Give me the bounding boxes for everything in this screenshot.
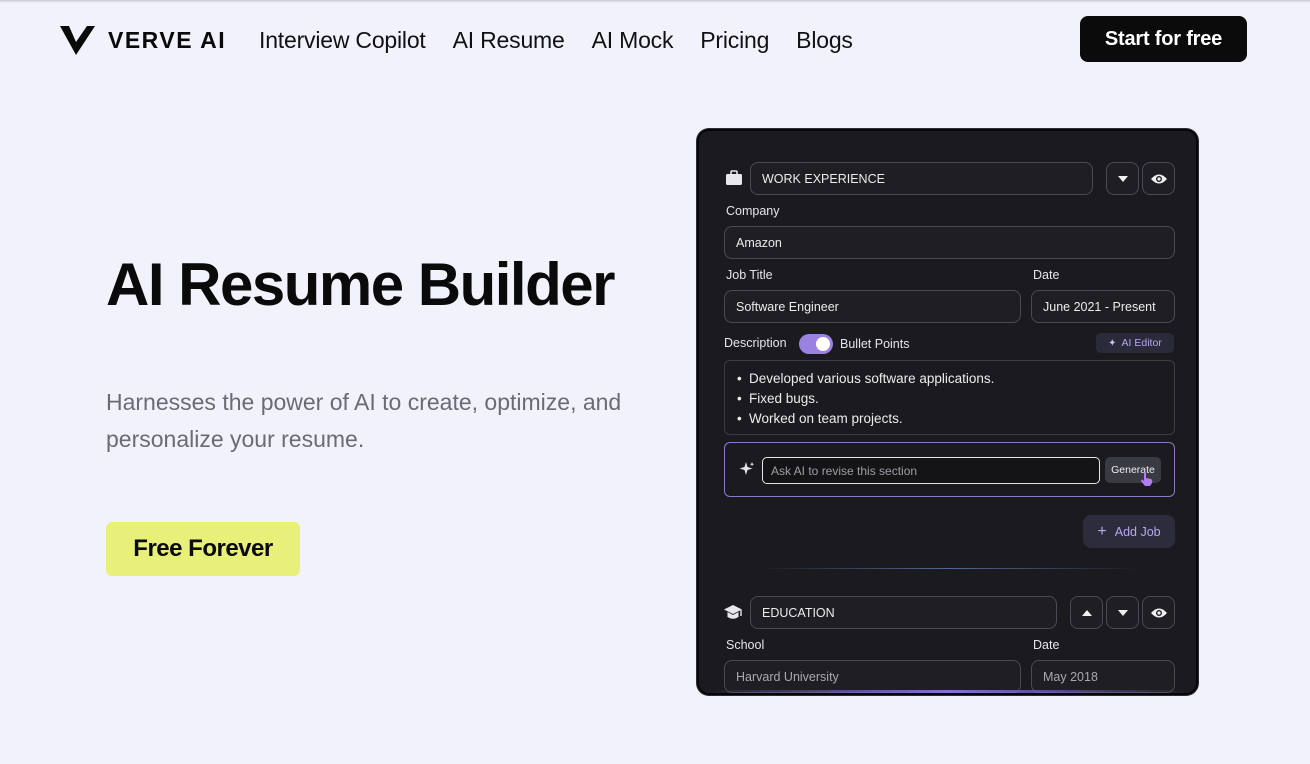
nav-links: Interview Copilot AI Resume AI Mock Pric… (259, 24, 853, 56)
school-label: School (726, 638, 765, 652)
education-date-label: Date (1033, 638, 1060, 652)
eye-icon (1150, 608, 1167, 617)
move-education-up-button[interactable] (1070, 596, 1103, 629)
graduation-cap-icon (723, 604, 743, 627)
job-title-input[interactable]: Software Engineer (724, 290, 1021, 323)
nav-link-pricing[interactable]: Pricing (700, 24, 769, 56)
add-job-label: Add Job (1114, 524, 1161, 539)
plus-icon: + (1097, 522, 1107, 540)
toggle-work-visibility-button[interactable] (1142, 162, 1175, 195)
briefcase-icon (725, 170, 743, 191)
work-section-title-field[interactable]: WORK EXPERIENCE (750, 162, 1093, 195)
sparkles-icon (739, 461, 755, 482)
list-item: • Fixed bugs. (737, 391, 819, 406)
eye-icon (1150, 174, 1167, 183)
work-date-input[interactable]: June 2021 - Present (1031, 290, 1175, 323)
add-job-button[interactable]: + Add Job (1083, 515, 1175, 548)
hero-subtitle: Harnesses the power of AI to create, opt… (106, 389, 622, 452)
education-date-input[interactable]: May 2018 (1031, 660, 1175, 693)
brand-logo[interactable]: VERVE AI (60, 24, 226, 56)
nav-link-ai-resume[interactable]: AI Resume (453, 24, 565, 56)
collapse-work-button[interactable] (1106, 162, 1139, 195)
ask-ai-input[interactable]: Ask AI to revise this section (762, 457, 1100, 484)
move-education-down-button[interactable] (1106, 596, 1139, 629)
company-input[interactable]: Amazon (724, 226, 1175, 259)
ai-editor-button[interactable]: ✦ AI Editor (1096, 333, 1174, 353)
list-item: • Worked on team projects. (737, 411, 903, 426)
company-label: Company (726, 204, 780, 218)
toggle-education-visibility-button[interactable] (1142, 596, 1175, 629)
bullet-points-toggle[interactable] (799, 334, 833, 354)
education-section-title-field[interactable]: EDUCATION (750, 596, 1057, 629)
ai-editor-label: AI Editor (1121, 337, 1162, 349)
job-title-label: Job Title (726, 268, 773, 282)
verve-logo-icon (60, 26, 95, 55)
start-for-free-button[interactable]: Start for free (1080, 16, 1247, 62)
section-divider (759, 568, 1139, 569)
caret-up-icon (1081, 609, 1092, 616)
hero-title: AI Resume Builder (106, 251, 615, 318)
top-navigation: VERVE AI Interview Copilot AI Resume AI … (0, 0, 1310, 80)
description-textarea[interactable]: • Developed various software applications… (724, 360, 1175, 435)
work-date-label: Date (1033, 268, 1060, 282)
school-input[interactable]: Harvard University (724, 660, 1021, 693)
caret-down-icon (1117, 609, 1128, 616)
brand-name: VERVE AI (108, 26, 227, 53)
nav-link-interview-copilot[interactable]: Interview Copilot (259, 24, 426, 56)
free-forever-button[interactable]: Free Forever (106, 522, 300, 576)
pointer-cursor-icon (1140, 471, 1154, 492)
caret-down-icon (1117, 175, 1128, 182)
ai-revise-box: Ask AI to revise this section Generate (724, 442, 1175, 497)
resume-editor-panel: WORK EXPERIENCE Company Amazon Job Title… (697, 129, 1198, 695)
nav-link-blogs[interactable]: Blogs (796, 24, 853, 56)
list-item: • Developed various software applications… (737, 371, 995, 386)
bullet-points-label: Bullet Points (840, 337, 910, 351)
sparkle-icon: ✦ (1108, 337, 1117, 349)
nav-link-ai-mock[interactable]: AI Mock (592, 24, 674, 56)
description-label: Description (724, 336, 787, 350)
